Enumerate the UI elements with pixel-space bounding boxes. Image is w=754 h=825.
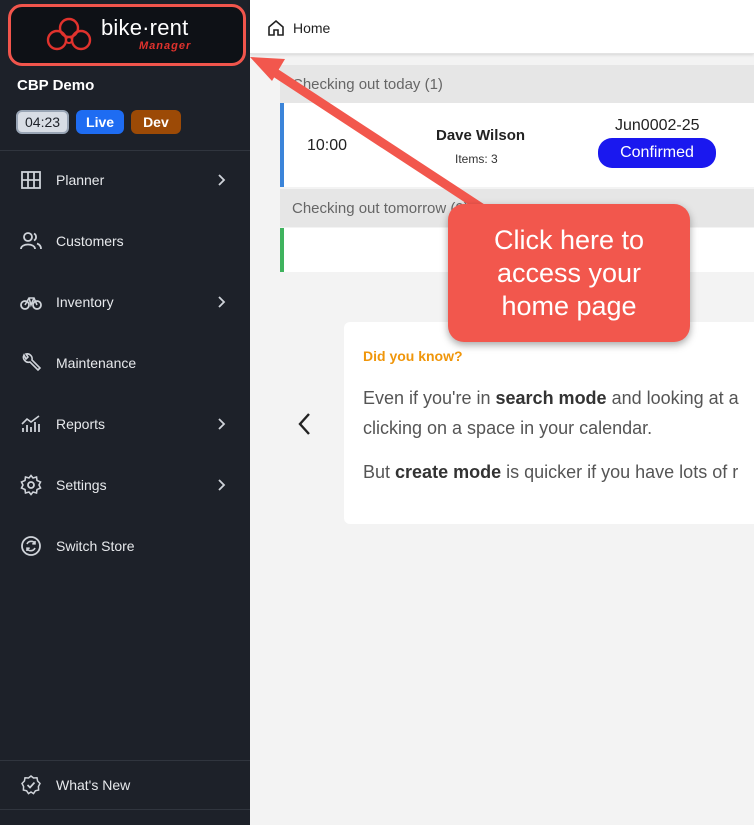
bike-rent-logo-icon [46, 17, 92, 51]
home-icon[interactable] [267, 19, 285, 37]
tip-line: But create mode is quicker if you have l… [363, 462, 739, 482]
tip-card: Did you know? Even if you're in search m… [344, 322, 754, 524]
dev-badge: Dev [131, 110, 181, 134]
users-icon [20, 232, 42, 250]
logo-sub-text: Manager [139, 40, 192, 52]
chart-icon [21, 415, 40, 432]
chevron-right-icon [218, 174, 226, 186]
sidebar-item-label: Settings [56, 477, 107, 493]
booking-time: 10:00 [307, 137, 348, 154]
sidebar-item-label: Reports [56, 416, 106, 432]
grid-icon [21, 171, 41, 189]
live-badge: Live [76, 110, 125, 134]
sidebar-divider [0, 760, 250, 761]
sidebar-divider [0, 809, 250, 810]
sidebar-item-reports[interactable]: Reports [0, 404, 250, 444]
booking-card[interactable]: 10:00 Dave Wilson Items: 3 Jun0002-25 Co… [280, 103, 754, 187]
sidebar-item-maintenance[interactable]: Maintenance [0, 343, 250, 383]
sidebar-item-settings[interactable]: Settings [0, 465, 250, 505]
chevron-right-icon [218, 418, 226, 430]
sidebar-item-label: What's New [56, 777, 131, 793]
section-today-header[interactable]: Checking out today (1) [280, 65, 754, 103]
switch-icon [21, 536, 41, 556]
booking-items: Items: 3 [455, 152, 498, 166]
sidebar-divider [0, 150, 250, 151]
sidebar-item-planner[interactable]: Planner [0, 160, 250, 200]
sidebar-item-label: Switch Store [56, 538, 135, 554]
sidebar-item-switch-store[interactable]: Switch Store [0, 526, 250, 566]
verified-badge-icon [21, 775, 41, 795]
gear-icon [20, 474, 42, 496]
status-badge: Confirmed [598, 138, 716, 168]
chevron-left-icon[interactable] [294, 410, 316, 438]
sidebar-item-inventory[interactable]: Inventory [0, 282, 250, 322]
sidebar-item-label: Customers [56, 233, 124, 249]
sidebar-item-label: Maintenance [56, 355, 137, 371]
tip-title: Did you know? [363, 348, 463, 364]
chevron-right-icon [218, 296, 226, 308]
sidebar-item-whats-new[interactable]: What's New [0, 765, 250, 805]
sidebar-item-label: Planner [56, 172, 105, 188]
annotation-callout: Click here to access your home page [448, 204, 690, 342]
logo-brand-text: bike·rent [101, 15, 189, 40]
booking-customer: Dave Wilson [436, 127, 526, 144]
sidebar-item-label: Inventory [56, 294, 114, 310]
tip-line: Even if you're in search mode and lookin… [363, 388, 739, 408]
booking-reference: Jun0002-25 [615, 117, 700, 134]
wrench-icon [22, 353, 42, 372]
logo-home-button[interactable]: bike·rent Manager [8, 4, 246, 66]
status-badges: 04:23 Live Dev [16, 110, 181, 134]
store-name: CBP Demo [17, 77, 95, 94]
top-bar: Home [250, 0, 754, 54]
chevron-right-icon [218, 479, 226, 491]
bicycle-icon [20, 297, 42, 310]
breadcrumb-home[interactable]: Home [293, 20, 330, 36]
sidebar-item-customers[interactable]: Customers [0, 221, 250, 261]
sidebar: bike·rent Manager CBP Demo 04:23 Live De… [0, 0, 250, 825]
tip-line: clicking on a space in your calendar. [363, 418, 653, 438]
clock-badge: 04:23 [16, 110, 70, 134]
